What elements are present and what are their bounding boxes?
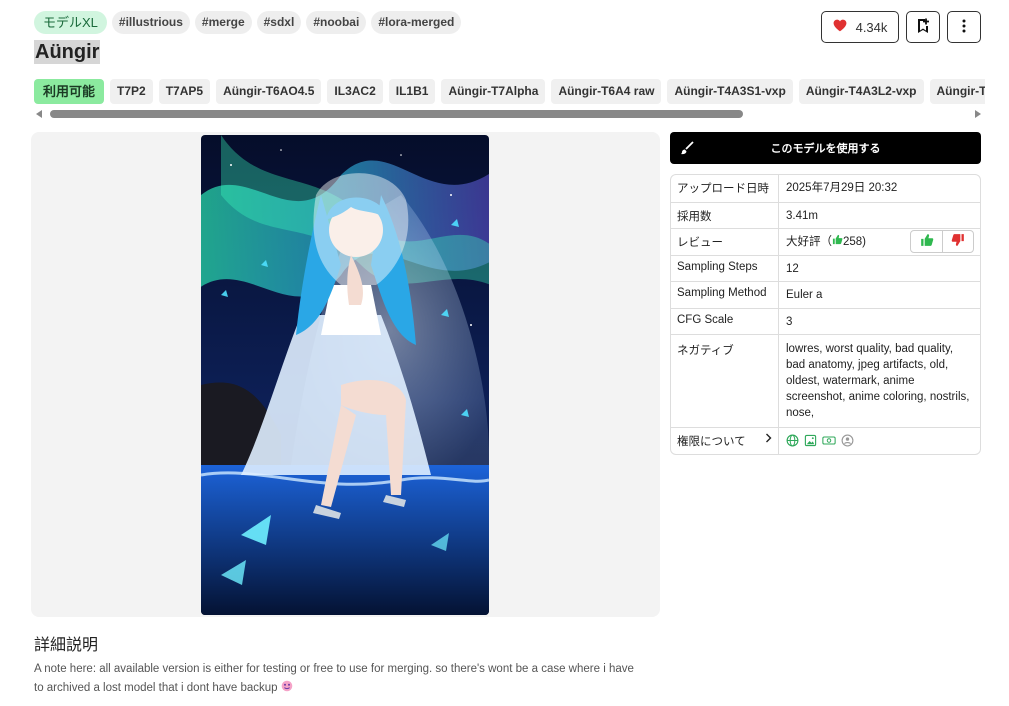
use-model-button[interactable]: このモデルを使用する (670, 132, 981, 164)
more-options-button[interactable] (947, 11, 981, 43)
review-count: 258) (843, 236, 867, 248)
version-available-tab[interactable]: 利用可能 (34, 79, 105, 104)
info-row-adoption: 採用数 3.41m (671, 201, 980, 228)
info-value: 3.41m (786, 209, 818, 222)
description-text: A note here: all available version is ei… (34, 660, 644, 698)
chevron-right-icon (765, 433, 772, 446)
model-title: Aüngir (34, 40, 101, 64)
review-vote-buttons (910, 230, 974, 253)
model-type-chip[interactable]: モデルXL (34, 11, 107, 34)
negative-prompt: lowres, worst quality, bad quality, bad … (786, 343, 970, 419)
info-value: 3 (786, 315, 793, 328)
globe-icon (786, 434, 799, 452)
thumbs-down-icon (951, 233, 965, 252)
version-tab[interactable]: T7AP5 (158, 79, 211, 104)
info-label: 権限について (677, 436, 746, 448)
like-count: 4.34k (855, 19, 888, 35)
thumbs-down-button[interactable] (942, 231, 973, 252)
info-row-cfg: CFG Scale 3 (671, 307, 980, 334)
info-value: Euler a (786, 289, 823, 301)
info-row-steps: Sampling Steps 12 (671, 254, 980, 281)
info-row-upload: アップロード日時 2025年7月29日 20:32 (671, 175, 980, 202)
paintbrush-icon (680, 141, 694, 158)
tag-chip[interactable]: #noobai (306, 11, 367, 34)
tag-chip[interactable]: #illustrious (111, 11, 190, 34)
user-icon (841, 434, 854, 452)
version-scrollbar[interactable] (34, 108, 985, 120)
info-label: 採用数 (671, 202, 779, 228)
review-text: 大好評（ (786, 236, 832, 248)
use-model-label: このモデルを使用する (770, 143, 881, 155)
description-title: 詳細説明 (34, 637, 99, 654)
like-button[interactable]: 4.34k (821, 11, 899, 43)
money-icon (822, 434, 836, 452)
info-label: Sampling Method (671, 282, 779, 308)
permission-icons (779, 428, 980, 454)
thumb-up-small-icon (832, 234, 843, 248)
version-tab[interactable]: IL1B1 (388, 79, 436, 104)
tag-row: モデルXL #illustrious #merge #sdxl #noobai … (34, 11, 462, 34)
version-tab[interactable]: IL3AC2 (327, 79, 383, 104)
scroll-right-arrow-icon[interactable] (975, 110, 981, 118)
description-body: A note here: all available version is ei… (34, 663, 634, 694)
version-tab[interactable]: T7P2 (110, 79, 153, 104)
version-tab[interactable]: Aüngir-T6AO4.5 (216, 79, 322, 104)
bookmark-add-icon (916, 18, 930, 37)
tag-chip[interactable]: #merge (194, 11, 252, 34)
model-info-table: アップロード日時 2025年7月29日 20:32 採用数 3.41m レビュー… (670, 174, 981, 455)
version-tab[interactable]: Aüngir-T3A (929, 79, 985, 104)
scroll-thumb[interactable] (50, 110, 743, 118)
emoji-icon (281, 680, 293, 694)
info-label: アップロード日時 (671, 175, 779, 202)
preview-image[interactable] (201, 135, 489, 615)
info-row-negative: ネガティブ lowres, worst quality, bad quality… (671, 334, 980, 427)
version-tabs: 利用可能 T7P2 T7AP5 Aüngir-T6AO4.5 IL3AC2 IL… (34, 79, 985, 104)
top-actions: 4.34k (821, 11, 981, 43)
image-icon (804, 434, 817, 452)
tag-chip[interactable]: #lora-merged (371, 11, 462, 34)
review-value: 大好評（ 258) (779, 229, 980, 255)
version-tab[interactable]: Aüngir-T7Alpha (441, 79, 546, 104)
info-row-method: Sampling Method Euler a (671, 281, 980, 308)
info-row-review: レビュー 大好評（ 258) (671, 228, 980, 255)
tag-chip[interactable]: #sdxl (256, 11, 302, 34)
media-panel (31, 132, 660, 617)
thumbs-up-icon (920, 233, 934, 252)
info-label: CFG Scale (671, 308, 779, 334)
info-label: レビュー (671, 229, 779, 255)
thumbs-up-button[interactable] (911, 231, 942, 252)
info-value: 12 (786, 262, 799, 275)
info-label: Sampling Steps (671, 255, 779, 281)
version-tab[interactable]: Aüngir-T6A4 raw (551, 79, 662, 104)
bookmark-button[interactable] (906, 11, 940, 43)
info-value: 2025年7月29日 20:32 (786, 182, 898, 194)
info-label: ネガティブ (671, 335, 779, 427)
permissions-toggle[interactable]: 権限について (671, 428, 779, 454)
scroll-left-arrow-icon[interactable] (36, 110, 42, 118)
info-row-permissions[interactable]: 権限について (671, 427, 980, 454)
version-tab[interactable]: Aüngir-T4A3L2-vxp (798, 79, 924, 104)
heart-icon (833, 19, 847, 35)
more-vertical-icon (962, 19, 966, 36)
version-tab[interactable]: Aüngir-T4A3S1-vxp (667, 79, 793, 104)
